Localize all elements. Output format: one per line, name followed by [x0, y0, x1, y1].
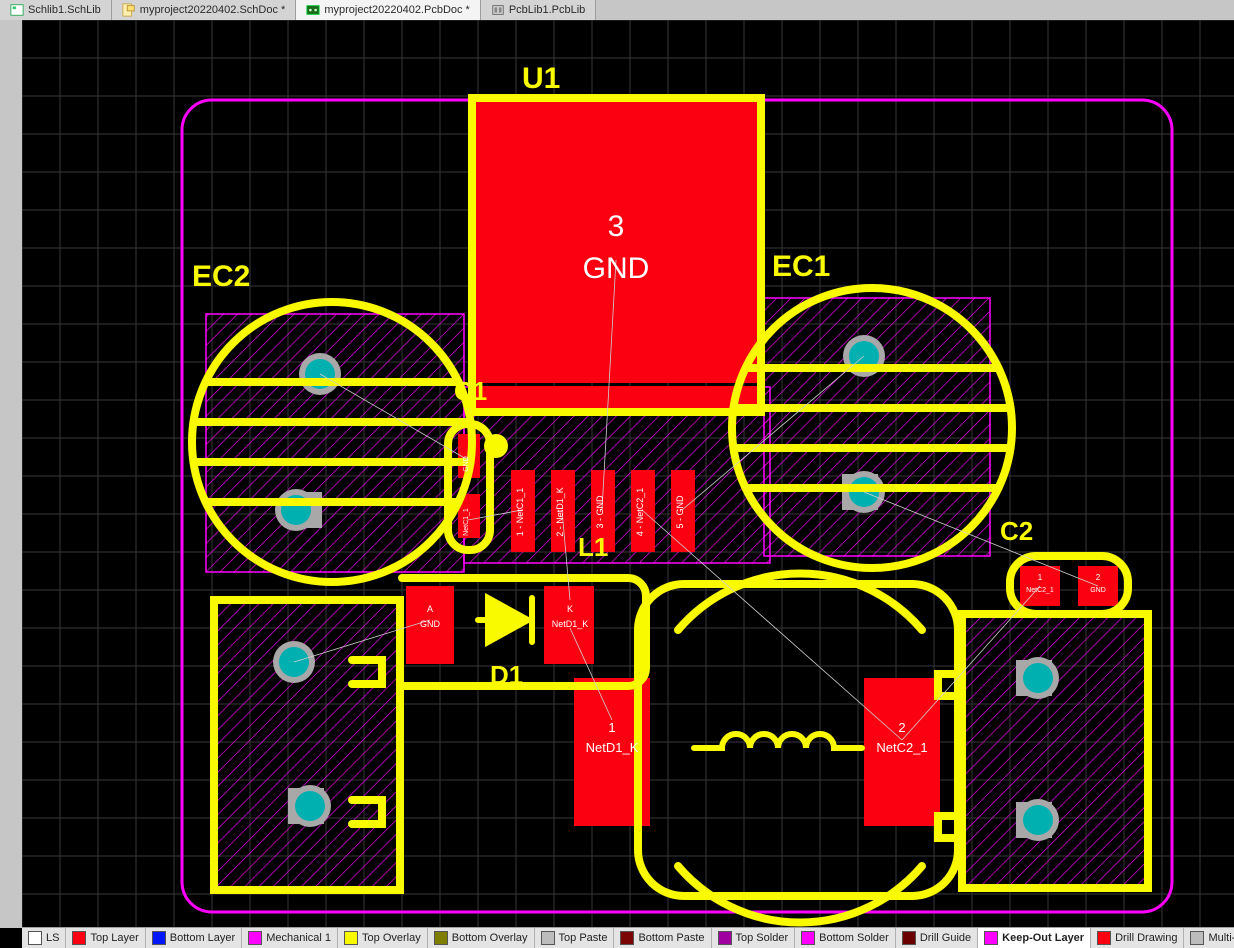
pad-label: GND	[583, 252, 650, 285]
pcb-svg[interactable]: U1 EC2 EC1 C1 C2 L1 D1 3 GND 1 - NetC1_1 2 - NetD1…	[22, 20, 1234, 928]
ls-label: LS	[46, 932, 59, 944]
tab-label: Schlib1.SchLib	[28, 4, 101, 16]
pad-label: K	[567, 604, 573, 614]
pcb-canvas[interactable]: U1 EC2 EC1 C1 C2 L1 D1 3 GND 1 - NetC1_1 2 - NetD1…	[22, 20, 1234, 928]
pad-label: GND	[420, 619, 441, 629]
layer-sets-button[interactable]: LS	[22, 928, 66, 948]
layer-label: Multi-Layer	[1208, 932, 1234, 944]
layer-tab[interactable]: Bottom Solder	[795, 928, 896, 948]
layer-tab[interactable]: Mechanical 1	[242, 928, 338, 948]
layer-swatch-icon	[344, 931, 358, 945]
layer-tab-bar: LS Top Layer Bottom Layer Mechanical 1 Top O…	[22, 927, 1234, 948]
pad-label: NetD1_K	[586, 740, 639, 755]
layer-label: Top Layer	[90, 932, 138, 944]
pcbdoc-icon	[306, 3, 320, 17]
layer-label: Drill Guide	[920, 932, 971, 944]
designator-D1: D1	[490, 660, 523, 690]
document-tab[interactable]: myproject20220402.PcbDoc *	[296, 0, 481, 20]
layer-label: Top Paste	[559, 932, 608, 944]
hatched-region	[214, 600, 400, 890]
pad-label: 5 - GND	[675, 495, 685, 529]
document-tab[interactable]: PcbLib1.PcbLib	[481, 0, 596, 20]
layer-label: Top Overlay	[362, 932, 421, 944]
pad-label: 4 - NetC2_1	[635, 488, 645, 537]
schdoc-icon	[122, 3, 136, 17]
pad-label: NetC2_1	[876, 740, 927, 755]
via-hole[interactable]	[1023, 663, 1053, 693]
designator-L1: L1	[578, 532, 608, 562]
pad-label: 3	[608, 210, 625, 243]
layer-tab[interactable]: Top Paste	[535, 928, 615, 948]
hatched-region	[962, 614, 1148, 888]
layer-tab[interactable]: Drill Guide	[896, 928, 978, 948]
layer-swatch-icon	[72, 931, 86, 945]
layer-tab[interactable]: Multi-Layer	[1184, 928, 1234, 948]
layer-label: Mechanical 1	[266, 932, 331, 944]
designator-EC2: EC2	[192, 260, 250, 293]
layer-tab[interactable]: Keep-Out Layer	[978, 928, 1091, 948]
designator-U1: U1	[522, 62, 560, 95]
hatched-region	[764, 298, 990, 556]
pad-label: 2	[1096, 573, 1101, 582]
pad-label: 1 - NetC1_1	[515, 488, 525, 537]
tab-label: myproject20220402.PcbDoc *	[324, 4, 470, 16]
layer-tab[interactable]: Top Layer	[66, 928, 145, 948]
layer-swatch-icon	[1097, 931, 1111, 945]
pad-label: 1	[608, 720, 615, 735]
layer-label: Bottom Paste	[638, 932, 704, 944]
ruler-gutter	[0, 20, 23, 928]
layer-tab[interactable]: Bottom Overlay	[428, 928, 535, 948]
layer-swatch-icon	[1190, 931, 1204, 945]
layer-tab[interactable]: Drill Drawing	[1091, 928, 1184, 948]
designator-C2: C2	[1000, 516, 1033, 546]
pcblib-icon	[491, 3, 505, 17]
designator-EC1: EC1	[772, 250, 830, 283]
via-hole[interactable]	[295, 791, 325, 821]
layer-swatch-icon	[248, 931, 262, 945]
layer-tab[interactable]: Bottom Layer	[146, 928, 242, 948]
hatched-region	[206, 314, 464, 572]
layer-swatch-icon	[434, 931, 448, 945]
layer-label: Bottom Overlay	[452, 932, 528, 944]
layer-swatch-icon	[541, 931, 555, 945]
layer-swatch-icon	[152, 931, 166, 945]
pad-label: NetC1_1	[463, 508, 470, 536]
layer-swatch-icon	[718, 931, 732, 945]
tab-label: PcbLib1.PcbLib	[509, 4, 585, 16]
designator-C1: C1	[454, 376, 487, 406]
pad-label: 1	[1038, 573, 1043, 582]
layer-label: Bottom Solder	[819, 932, 889, 944]
document-tab[interactable]: myproject20220402.SchDoc *	[112, 0, 297, 20]
pad-label: 2	[898, 720, 905, 735]
pad[interactable]	[472, 386, 761, 408]
layer-swatch-icon	[801, 931, 815, 945]
pad-label: A	[427, 604, 433, 614]
schlib-icon	[10, 3, 24, 17]
pad-label: NetD1_K	[552, 619, 589, 629]
tab-label: myproject20220402.SchDoc *	[140, 4, 286, 16]
layer-swatch-icon	[984, 931, 998, 945]
layer-tab[interactable]: Top Solder	[712, 928, 796, 948]
pad-label: 3 - GND	[595, 495, 605, 529]
layer-tab[interactable]: Bottom Paste	[614, 928, 711, 948]
layer-label: Drill Drawing	[1115, 932, 1177, 944]
via-hole[interactable]	[1023, 805, 1053, 835]
layer-label: Keep-Out Layer	[1002, 932, 1084, 944]
document-tab-bar: Schlib1.SchLib myproject20220402.SchDoc *…	[0, 0, 1234, 21]
square-icon	[28, 931, 42, 945]
pad-label: GND	[1090, 587, 1106, 594]
document-tab[interactable]: Schlib1.SchLib	[0, 0, 112, 20]
layer-swatch-icon	[902, 931, 916, 945]
layer-tab[interactable]: Top Overlay	[338, 928, 428, 948]
pad-label: 2 - NetD1_K	[555, 487, 565, 537]
pad-label: GND	[463, 456, 470, 472]
pad-label: NetC2_1	[1026, 587, 1054, 594]
layer-label: Top Solder	[736, 932, 789, 944]
layer-swatch-icon	[620, 931, 634, 945]
layer-label: Bottom Layer	[170, 932, 235, 944]
